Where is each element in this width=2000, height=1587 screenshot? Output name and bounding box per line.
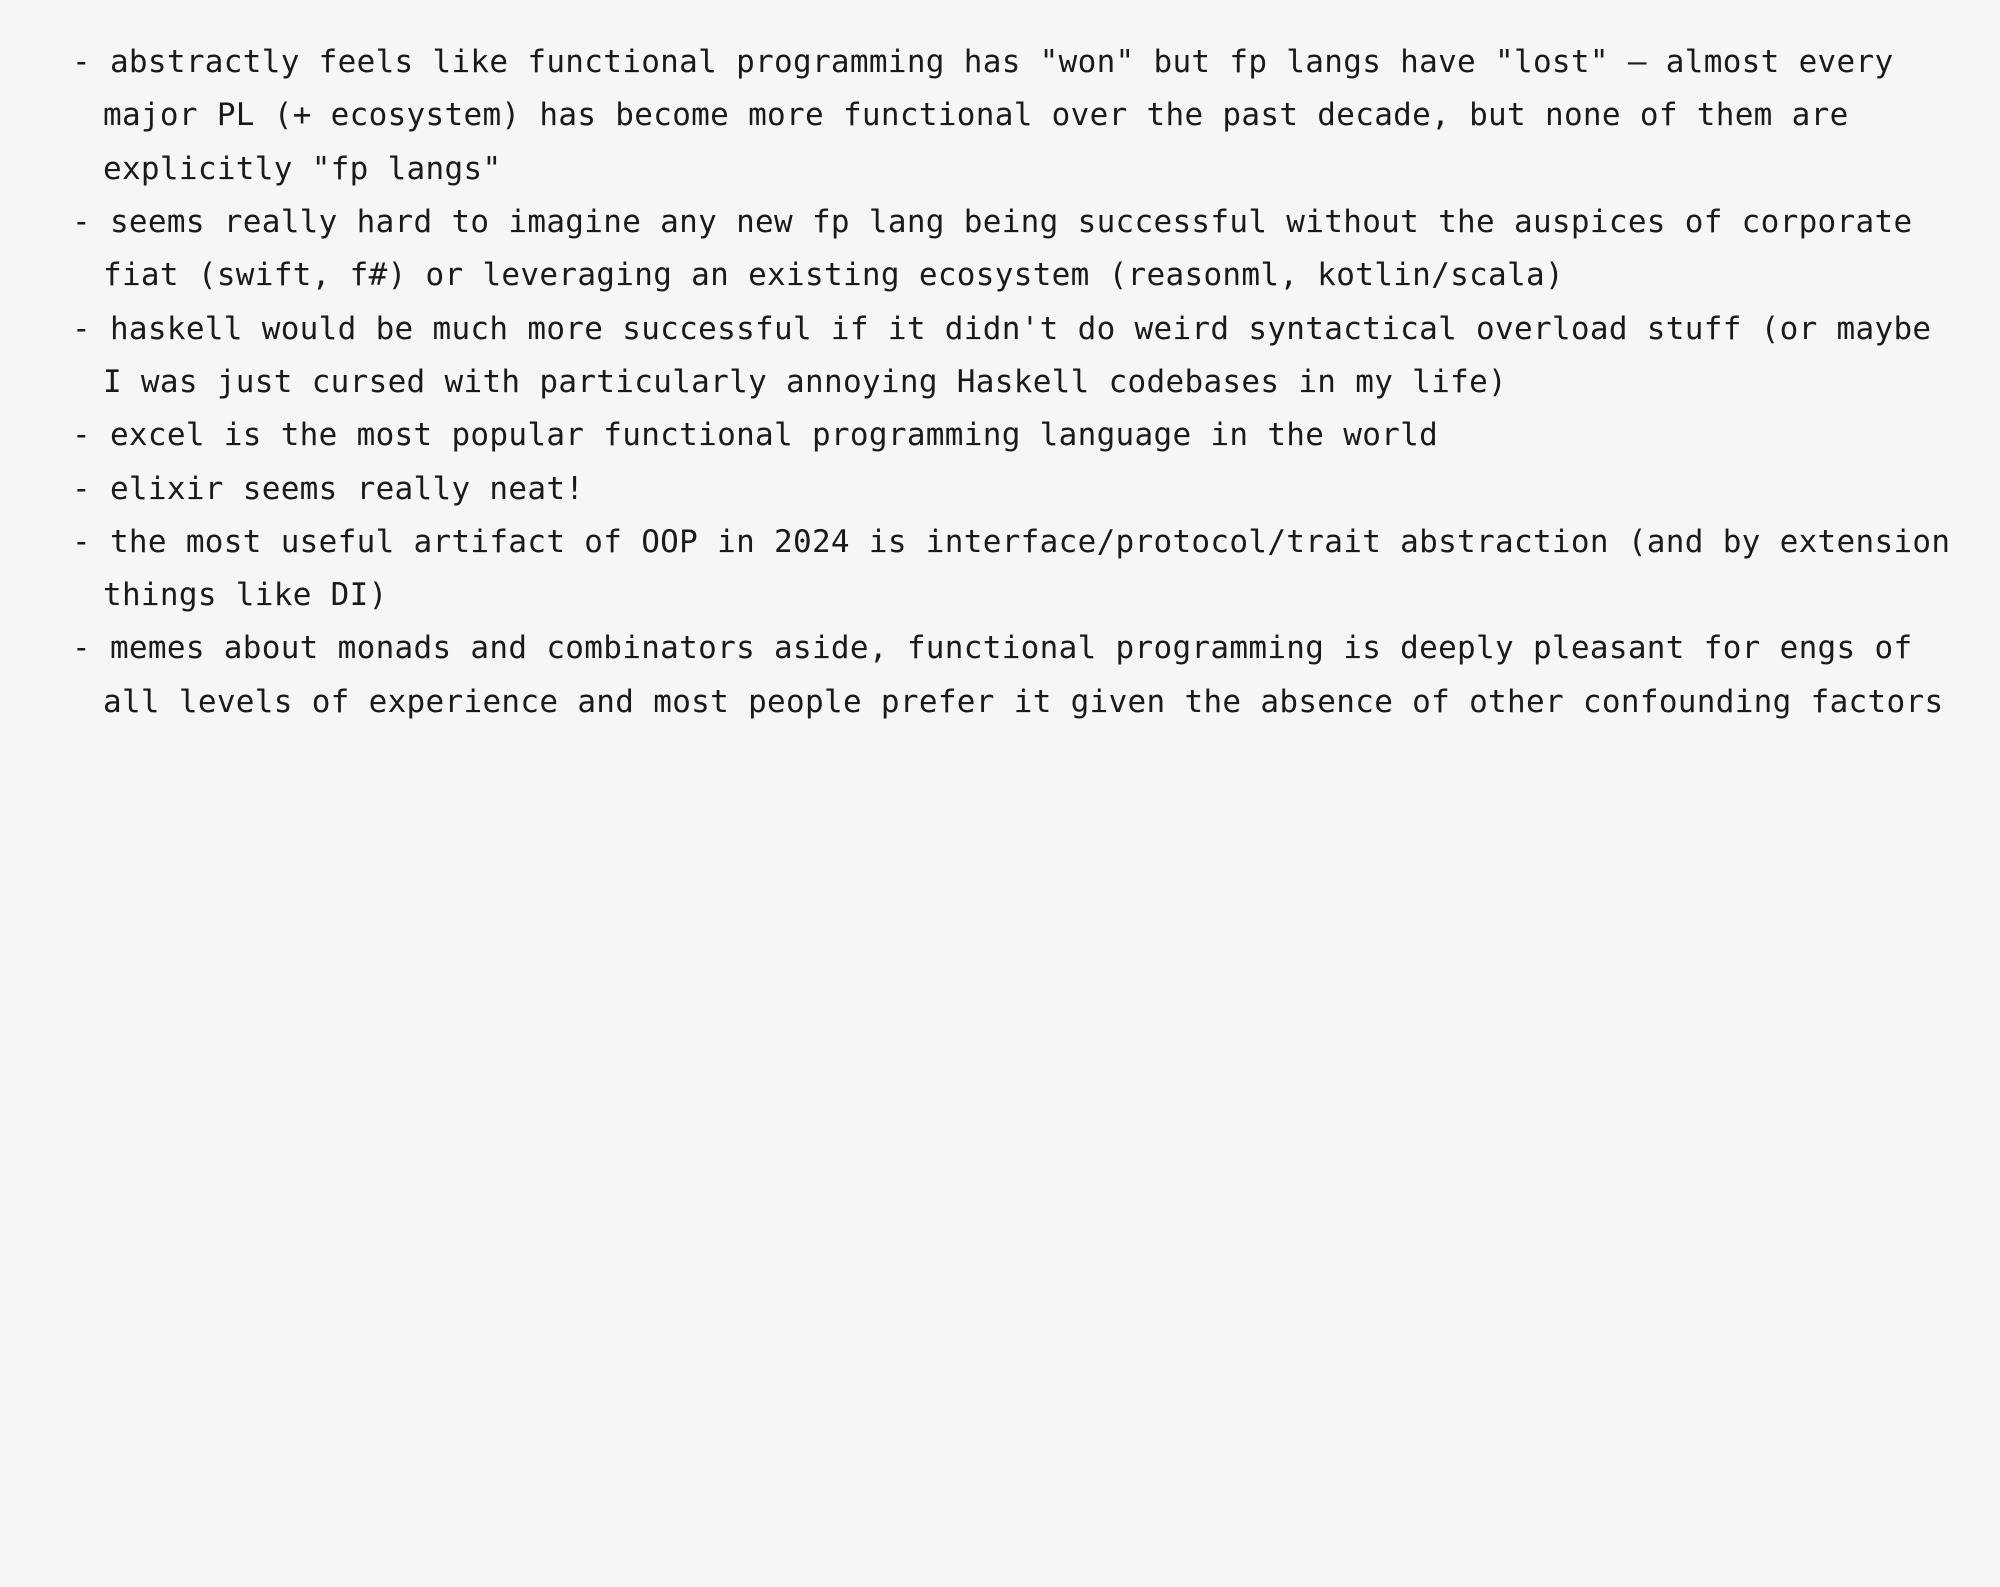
list-item: excel is the most popular functional pro… [94, 409, 1960, 462]
list-item: the most useful artifact of OOP in 2024 … [94, 516, 1960, 623]
bullet-list: abstractly feels like functional program… [72, 36, 1960, 729]
list-item: abstractly feels like functional program… [94, 36, 1960, 196]
list-item: memes about monads and combinators aside… [94, 622, 1960, 729]
list-item: haskell would be much more successful if… [94, 303, 1960, 410]
list-item: seems really hard to imagine any new fp … [94, 196, 1960, 303]
list-item: elixir seems really neat! [94, 463, 1960, 516]
